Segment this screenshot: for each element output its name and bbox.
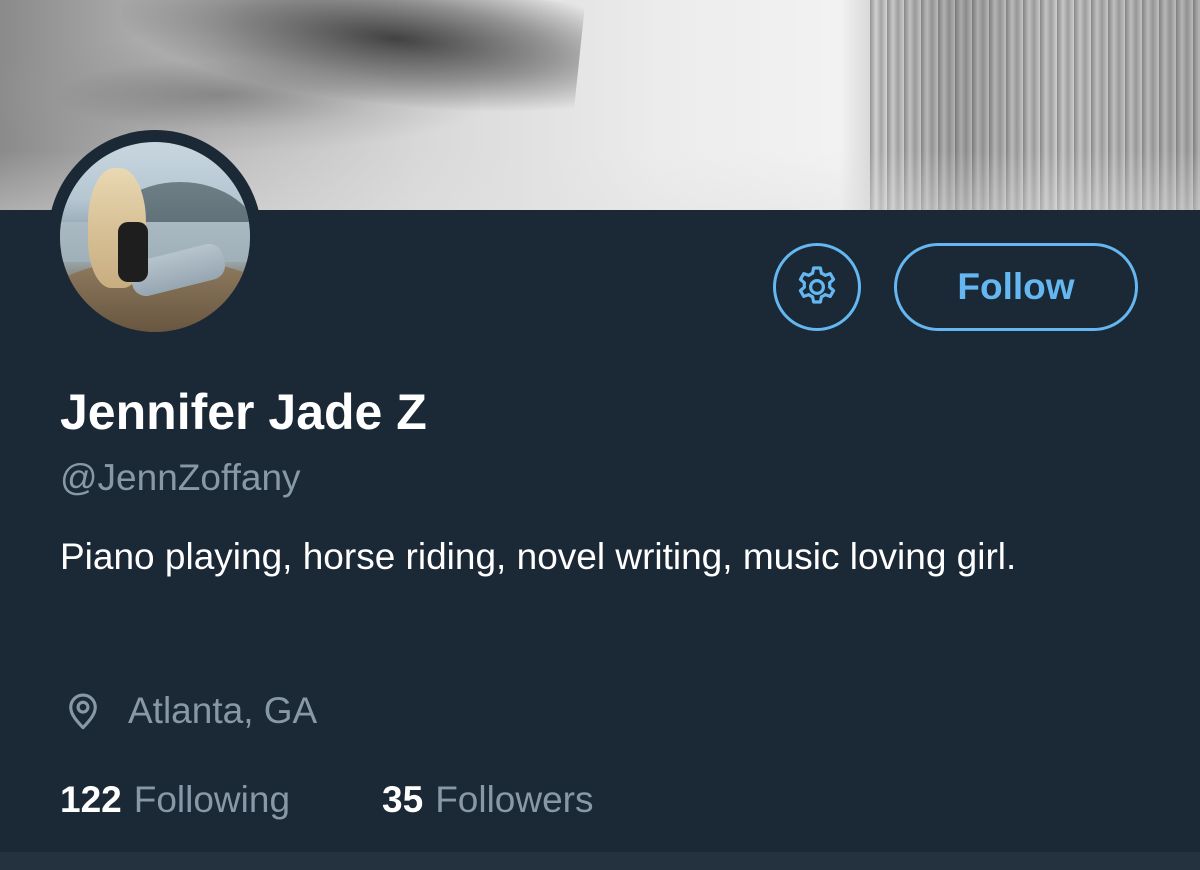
followers-label: Followers	[435, 779, 594, 820]
profile-name: Jennifer Jade Z	[60, 384, 427, 440]
settings-button[interactable]	[773, 243, 861, 331]
avatar[interactable]	[60, 142, 250, 332]
map-pin-icon	[60, 688, 106, 734]
followers-count: 35	[382, 779, 424, 820]
profile-handle: @JennZoffany	[60, 457, 301, 498]
profile-bio: Piano playing, horse riding, novel writi…	[60, 536, 1017, 577]
profile-location: Atlanta, GA	[60, 686, 317, 736]
gear-icon	[798, 266, 836, 304]
following-label: Following	[133, 779, 291, 820]
following-link[interactable]: 122 Following	[60, 779, 290, 821]
followers-link[interactable]: 35 Followers	[382, 779, 593, 821]
follow-button[interactable]: Follow	[894, 243, 1138, 331]
following-count: 122	[60, 779, 122, 820]
section-divider	[0, 852, 1200, 870]
location-text: Atlanta, GA	[128, 690, 318, 731]
avatar-body	[118, 222, 148, 282]
profile-stats: 122 Following 35 Followers	[60, 775, 594, 825]
